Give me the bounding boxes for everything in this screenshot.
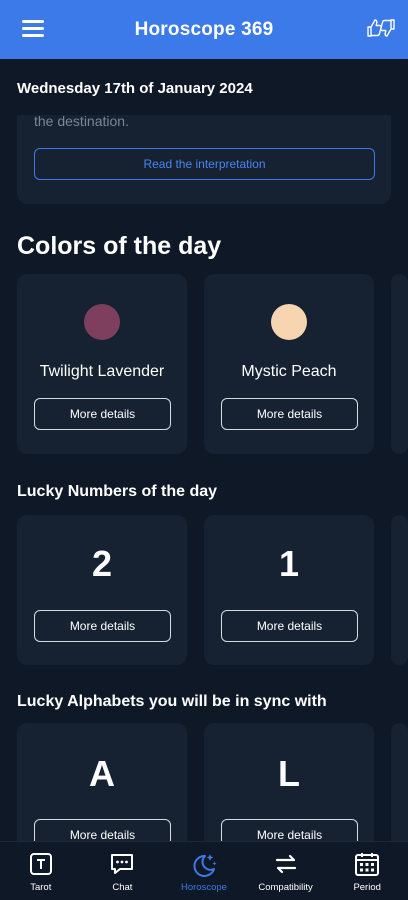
lucky-number-card: 1 More details — [204, 515, 374, 665]
lucky-alphabets-heading: Lucky Alphabets you will be in sync with — [17, 693, 327, 710]
current-date: Wednesday 17th of January 2024 — [17, 80, 253, 97]
read-interpretation-button[interactable]: Read the interpretation — [34, 148, 375, 180]
interpretation-text: the destination. — [34, 113, 129, 129]
tarot-card-icon — [29, 853, 52, 875]
color-name: Twilight Lavender — [39, 363, 165, 380]
number-details-button[interactable]: More details — [34, 610, 171, 642]
colors-heading: Colors of the day — [17, 232, 222, 260]
lucky-numbers-heading: Lucky Numbers of the day — [17, 483, 218, 500]
bottom-navigation: Tarot Chat Horoscope Compatibility Perio… — [0, 841, 408, 900]
color-name: Mystic Peach — [241, 363, 337, 380]
nav-compatibility[interactable]: Compatibility — [245, 842, 327, 900]
color-details-button[interactable]: More details — [221, 398, 358, 430]
nav-label: Chat — [112, 882, 133, 893]
app-title: Horoscope 369 — [134, 18, 274, 40]
next-number-card-peek[interactable] — [391, 515, 408, 665]
calendar-icon — [355, 853, 380, 876]
lucky-number-card: 2 More details — [17, 515, 187, 665]
color-card: Mystic Peach More details — [204, 274, 374, 454]
feedback-thumbs-icon[interactable] — [366, 17, 396, 39]
nav-label: Period — [353, 882, 381, 893]
color-swatch — [271, 304, 307, 340]
nav-horoscope[interactable]: Horoscope — [163, 842, 245, 900]
lucky-alphabet-value: A — [89, 753, 115, 794]
color-details-button[interactable]: More details — [34, 398, 171, 430]
date-bar: Wednesday 17th of January 2024 — [0, 59, 408, 115]
hamburger-menu-icon[interactable] — [22, 20, 44, 38]
next-color-card-peek[interactable] — [391, 274, 408, 454]
color-card: Twilight Lavender More details — [17, 274, 187, 454]
chat-bubble-icon — [111, 854, 134, 874]
nav-period[interactable]: Period — [326, 842, 408, 900]
number-details-button[interactable]: More details — [221, 610, 358, 642]
swap-arrows-icon — [275, 854, 296, 874]
lucky-number-value: 1 — [278, 543, 300, 584]
moon-stars-icon — [193, 854, 217, 877]
color-swatch — [84, 304, 120, 340]
lucky-alphabet-value: L — [278, 753, 300, 794]
nav-chat[interactable]: Chat — [82, 842, 164, 900]
nav-label: Tarot — [30, 882, 52, 893]
lucky-number-value: 2 — [91, 543, 113, 584]
nav-label: Compatibility — [258, 882, 313, 893]
nav-label: Horoscope — [181, 882, 227, 893]
interpretation-card: the destination. Read the interpretation — [17, 100, 391, 204]
app-bar: Horoscope 369 — [0, 0, 408, 59]
nav-tarot[interactable]: Tarot — [0, 842, 82, 900]
